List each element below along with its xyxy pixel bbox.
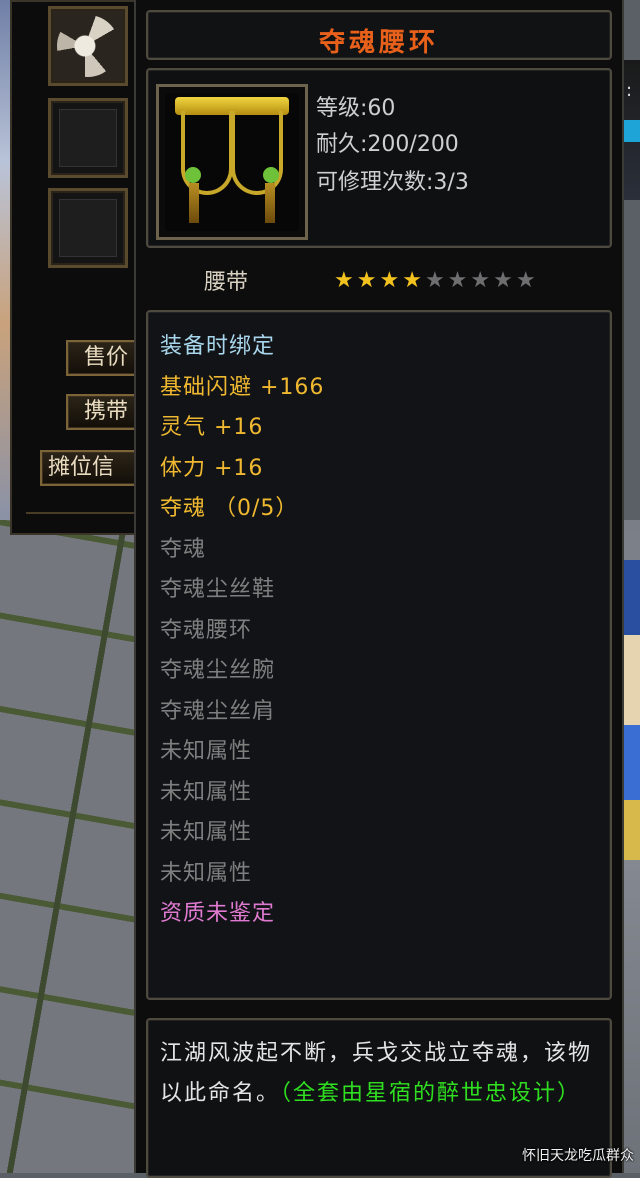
empty-slot-icon — [59, 109, 117, 167]
inventory-slot-weapon[interactable] — [48, 6, 128, 86]
empty-slot-icon — [59, 199, 117, 257]
item-repair-count: 可修理次数:3/3 — [316, 170, 469, 195]
star-empty-icon: ★ — [470, 268, 494, 293]
attribute-line: 灵气 +16 — [160, 415, 264, 440]
item-name: 夺魂腰环 — [318, 28, 439, 58]
star-empty-icon: ★ — [515, 268, 539, 293]
star-empty-icon: ★ — [493, 268, 516, 293]
star-empty-icon: ★ — [424, 268, 448, 293]
belt-icon — [165, 93, 299, 231]
star-filled-icon: ★ — [356, 268, 380, 293]
item-description: 江湖风波起不断，兵戈交战立夺魂，该物以此命名。（全套由星宿的醉世忠设计） — [160, 1034, 600, 1114]
star-filled-icon: ★ — [334, 268, 357, 293]
attribute-line: 未知属性 — [160, 860, 253, 886]
attribute-line: 夺魂 （0/5） — [160, 496, 299, 521]
star-filled-icon: ★ — [402, 268, 425, 293]
item-icon-frame — [156, 84, 308, 240]
item-durability: 耐久:200/200 — [316, 132, 459, 157]
inventory-slot-empty[interactable] — [48, 188, 128, 268]
inventory-slot-empty[interactable] — [48, 98, 128, 178]
item-type: 腰带 — [204, 270, 249, 295]
attribute-line: 夺魂尘丝鞋 — [160, 577, 276, 602]
weapon-icon — [57, 15, 119, 77]
inventory-panel: 售价 携带 摊位信 — [10, 0, 150, 535]
panel-divider — [26, 512, 136, 524]
attribute-line: 夺魂腰环 — [160, 617, 253, 643]
attribute-line: 夺魂尘丝肩 — [160, 698, 276, 724]
star-filled-icon: ★ — [379, 268, 403, 293]
attribute-line: 夺魂尘丝腕 — [160, 658, 276, 683]
designer-credit: （全套由星宿的醉世忠设计） — [280, 1081, 582, 1106]
watermark: 怀旧天龙吃瓜群众 — [522, 1148, 634, 1164]
attribute-line: 资质未鉴定 — [160, 901, 276, 926]
item-attributes: 装备时绑定基础闪避 +166 灵气 +16 体力 +16 夺魂 （0/5） 夺魂夺魂尘丝… — [146, 310, 612, 1000]
stone-floor-left — [0, 520, 140, 1173]
attribute-line: 未知属性 — [160, 739, 253, 764]
item-type-row: 腰带 ★★★★★★★★★ — [146, 258, 612, 300]
star-rating: ★★★★★★★★★ — [334, 268, 539, 293]
item-title-bar: 夺魂腰环 — [146, 10, 612, 60]
attribute-line: 夺魂 — [160, 536, 207, 562]
attribute-line: 基础闪避 +166 — [160, 374, 325, 400]
attribute-line: 未知属性 — [160, 820, 253, 845]
item-tooltip: 夺魂腰环 等级:60 耐久:200/200 可修理次数:3/3 腰带 ★★★★★… — [134, 0, 624, 1178]
attribute-line: 装备时绑定 — [160, 334, 276, 359]
fragment-text: : — [626, 80, 633, 101]
star-empty-icon: ★ — [447, 268, 471, 293]
item-level: 等级:60 — [316, 96, 396, 121]
item-info-section: 等级:60 耐久:200/200 可修理次数:3/3 — [146, 68, 612, 248]
attribute-line: 体力 +16 — [160, 455, 264, 481]
attribute-line: 未知属性 — [160, 779, 253, 805]
